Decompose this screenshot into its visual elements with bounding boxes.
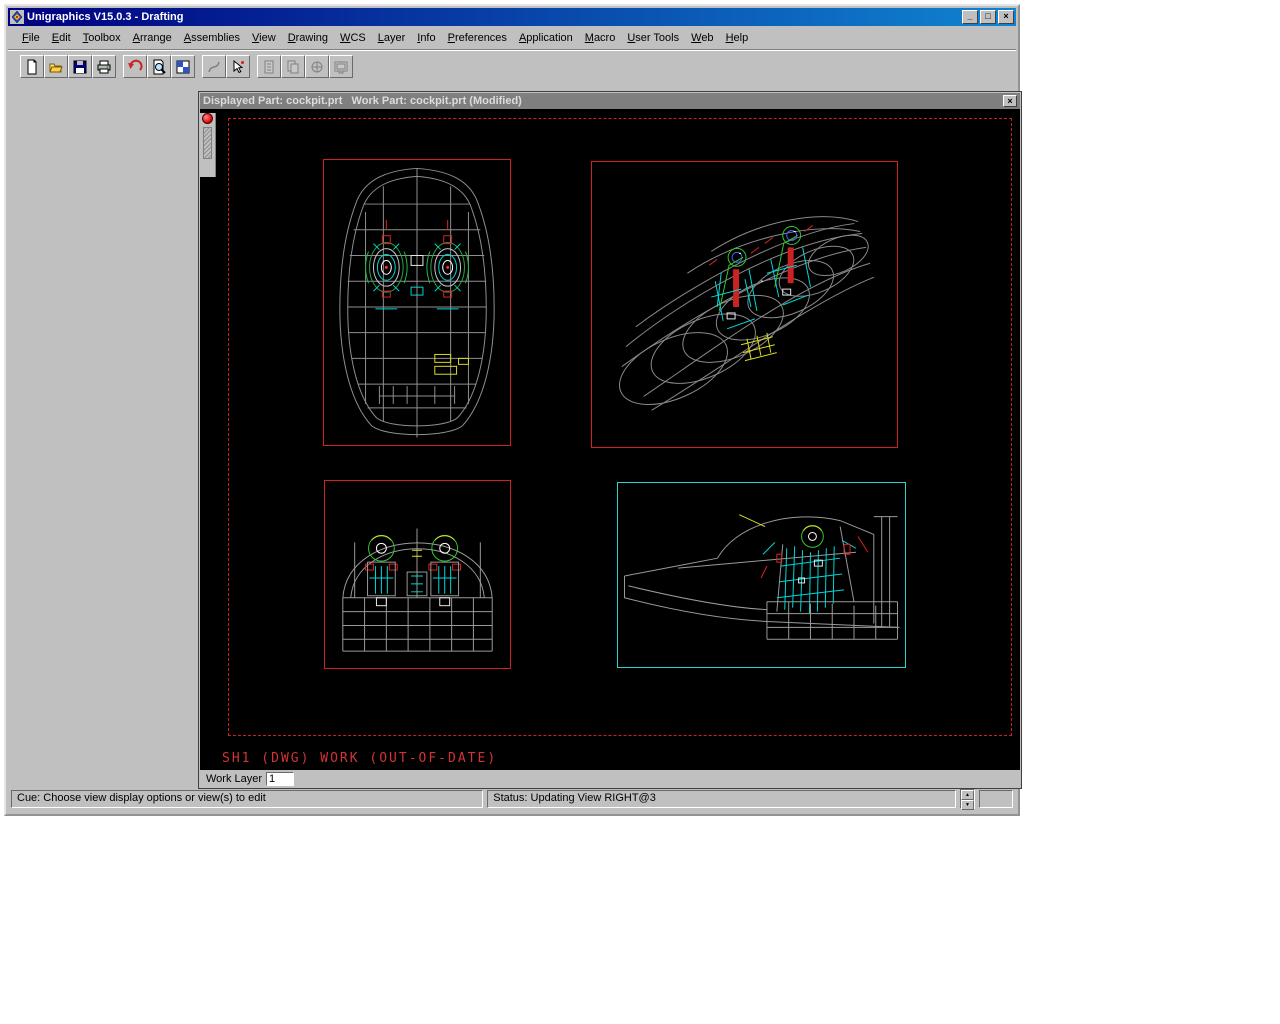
minimize-button[interactable]: _ — [962, 10, 978, 24]
viewport-right-view[interactable] — [617, 482, 906, 668]
save-part-button[interactable] — [68, 55, 92, 78]
graphics-canvas[interactable]: SH1 (DWG) WORK (OUT-OF-DATE) — [216, 109, 1020, 770]
close-button[interactable]: × — [998, 10, 1014, 24]
status-line: Status: Updating View RIGHT@3 — [487, 790, 955, 808]
menu-item-user-tools[interactable]: User Tools — [621, 29, 685, 47]
menu-item-layer[interactable]: Layer — [372, 29, 412, 47]
new-part-button[interactable] — [20, 55, 44, 78]
menu-bar: FileEditToolboxArrangeAssembliesViewDraw… — [8, 27, 1016, 49]
viewport-isometric-view[interactable] — [591, 161, 898, 448]
unigraphics-logo-icon — [10, 10, 24, 24]
menu-item-arrange[interactable]: Arrange — [127, 29, 178, 47]
client-area: Displayed Part: cockpit.prt Work Part: c… — [9, 83, 1015, 784]
tool-button-4-disabled — [329, 55, 353, 78]
drawing-window-body: SH1 (DWG) WORK (OUT-OF-DATE) — [200, 109, 1020, 770]
work-layer-label: Work Layer — [206, 773, 262, 785]
drawing-window-title: Displayed Part: cockpit.prt Work Part: c… — [203, 95, 1003, 107]
maximize-button[interactable]: □ — [980, 10, 996, 24]
menu-item-web[interactable]: Web — [685, 29, 719, 47]
drawing-window-close-button[interactable]: × — [1003, 95, 1017, 107]
menu-item-edit[interactable]: Edit — [46, 29, 77, 47]
menu-item-file[interactable]: File — [16, 29, 46, 47]
title-bar[interactable]: Unigraphics V15.0.3 - Drafting _ □ × — [8, 8, 1016, 26]
scroll-down-icon[interactable]: ▼ — [961, 800, 975, 810]
menu-item-toolbox[interactable]: Toolbox — [77, 29, 127, 47]
drawing-window: Displayed Part: cockpit.prt Work Part: c… — [198, 91, 1022, 789]
strip-grip-icon[interactable] — [203, 127, 212, 159]
menu-item-drawing[interactable]: Drawing — [282, 29, 334, 47]
viewport-front-view[interactable] — [324, 480, 511, 669]
cue-line: Cue: Choose view display options or view… — [11, 790, 483, 808]
status-bar: Cue: Choose view display options or view… — [9, 787, 1015, 811]
drawing-window-title-bar[interactable]: Displayed Part: cockpit.prt Work Part: c… — [200, 93, 1020, 109]
tool-button-2-disabled — [281, 55, 305, 78]
layout-views-button[interactable] — [171, 55, 195, 78]
view-strip-top — [200, 113, 216, 177]
status-scrollbar[interactable]: ▲ ▼ — [960, 789, 976, 809]
desktop: Unigraphics V15.0.3 - Drafting _ □ × Fil… — [0, 0, 1280, 1024]
print-button[interactable] — [92, 55, 116, 78]
toolbar — [8, 50, 1016, 82]
viewport-top-view[interactable] — [323, 159, 511, 446]
curve-tool-button-disabled — [202, 55, 226, 78]
interrupt-stoplight-icon[interactable] — [202, 113, 213, 124]
open-part-button[interactable] — [44, 55, 68, 78]
menu-item-help[interactable]: Help — [720, 29, 755, 47]
view-strip — [200, 109, 216, 770]
sheet-status-text: SH1 (DWG) WORK (OUT-OF-DATE) — [222, 751, 497, 766]
menu-item-view[interactable]: View — [246, 29, 282, 47]
status-end-panel — [979, 790, 1013, 808]
selection-button[interactable] — [226, 55, 250, 78]
menu-item-assemblies[interactable]: Assemblies — [178, 29, 246, 47]
menu-item-wcs[interactable]: WCS — [334, 29, 372, 47]
work-layer-bar: Work Layer — [200, 770, 1020, 787]
window-title: Unigraphics V15.0.3 - Drafting — [27, 11, 960, 23]
tool-button-1-disabled — [257, 55, 281, 78]
scroll-up-icon[interactable]: ▲ — [961, 790, 975, 800]
menu-item-info[interactable]: Info — [411, 29, 441, 47]
menu-item-preferences[interactable]: Preferences — [442, 29, 513, 47]
undo-button[interactable] — [123, 55, 147, 78]
app-window: Unigraphics V15.0.3 - Drafting _ □ × Fil… — [4, 4, 1020, 816]
tool-button-3-disabled — [305, 55, 329, 78]
work-layer-input[interactable] — [266, 772, 294, 786]
menu-item-application[interactable]: Application — [513, 29, 579, 47]
menu-item-macro[interactable]: Macro — [579, 29, 622, 47]
examine-part-button[interactable] — [147, 55, 171, 78]
